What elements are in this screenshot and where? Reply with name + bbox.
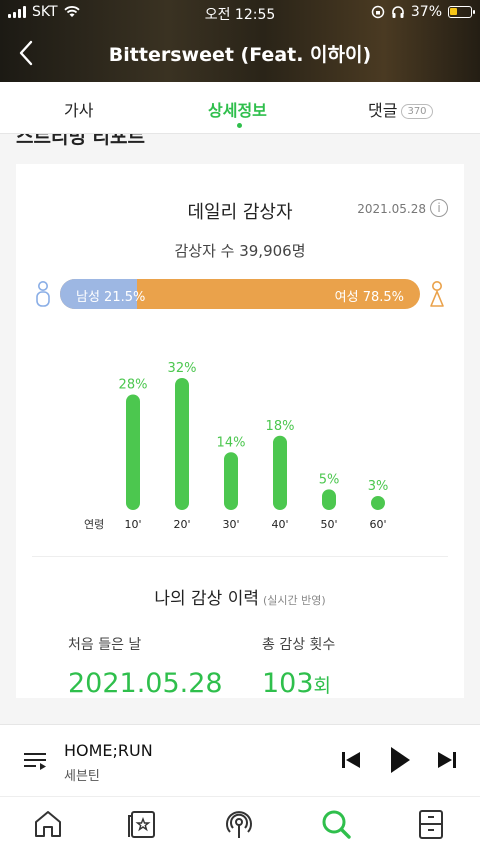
playlist-icon[interactable] [22,749,48,773]
now-playing-artist: 세븐틴 [64,769,100,784]
tab-lyrics-label: 가사 [64,101,94,120]
realtime-note: (실시간 반영) [262,594,326,607]
age-category-label-4: 50' [320,518,337,531]
total-plays-label: 총 감상 횟수 [262,637,336,653]
tab-lyrics[interactable]: 가사 [64,97,93,121]
bottom-nav [0,796,480,853]
chart-icon[interactable] [125,807,159,841]
male-ratio-label: 남성 21.5% [76,290,146,305]
age-category-label-2: 30' [222,518,239,531]
streaming-report-card: 데일리 감상자 2021.05.28 i 감상자 수 39,906명 남성 21… [16,164,464,699]
tab-details[interactable]: 상세정보 [208,97,267,121]
play-icon[interactable] [388,745,412,775]
my-history-title: 나의 감상 이력 (실시간 반영) [16,584,464,609]
comment-count-badge: 370 [401,104,433,119]
daily-date: 2021.05.28 [357,202,426,216]
age-value-label-3: 18% [266,419,295,434]
now-playing-title[interactable]: HOME;RUN [64,741,153,760]
tab-details-label: 상세정보 [208,101,267,120]
orientation-lock-icon [371,5,385,19]
age-bar-4 [322,489,336,510]
battery-percent: 37% [410,4,442,20]
tab-comments[interactable]: 댓글 370 [368,97,433,121]
female-icon [430,281,444,307]
section-heading: 스트리밍 리포트 [16,134,145,148]
my-history-title-text: 나의 감상 이력 [154,589,259,609]
age-value-label-4: 5% [319,472,340,487]
header: SKT 오전 12:55 37% Bittersweet (Feat. 이하이) [0,0,480,82]
tab-bar: 가사 상세정보 댓글 370 [0,82,480,134]
title-bar: Bittersweet (Feat. 이하이) [0,28,480,78]
gender-ratio-bar: 남성 21.5% 여성 78.5% [60,279,420,309]
home-icon[interactable] [31,807,65,841]
previous-icon[interactable] [340,747,362,773]
age-category-label-5: 60' [369,518,386,531]
details-content[interactable]: 스트리밍 리포트 데일리 감상자 2021.05.28 i 감상자 수 39,9… [0,134,480,724]
mini-player[interactable]: HOME;RUN 세븐틴 [0,724,480,796]
male-icon [36,281,50,307]
age-value-label-1: 32% [168,361,197,376]
age-distribution-chart: 연령 28% 10' 32% 20' 14% 30' 18% 40' 5% 50' 3% 60' [84,361,389,531]
age-value-label-5: 3% [368,479,389,494]
next-icon[interactable] [436,747,458,773]
first-listened-date: 2021.05.28 [68,668,223,699]
age-bar-1 [175,378,189,510]
age-bar-0 [126,394,140,510]
divider [32,556,448,557]
active-tab-indicator [237,123,242,128]
age-category-label-3: 40' [271,518,288,531]
status-bar: SKT 오전 12:55 37% [0,0,480,26]
age-axis-label: 연령 [84,518,104,531]
headphones-icon [392,6,404,18]
age-value-label-2: 14% [217,435,246,450]
age-value-label-0: 28% [119,378,148,393]
storage-icon[interactable] [414,807,448,841]
total-plays-value: 103회 [262,668,331,699]
total-plays-number: 103 [262,668,314,699]
podcast-icon[interactable] [222,807,256,841]
age-bar-2 [224,452,238,510]
total-plays-unit: 회 [313,675,332,697]
female-ratio-label: 여성 78.5% [334,290,404,305]
tab-comments-label: 댓글 [368,101,398,120]
listener-count: 감상자 수 39,906명 [174,242,306,260]
age-bar-5 [371,496,385,510]
first-listened-label: 처음 들은 날 [68,637,142,653]
age-bar-3 [273,435,287,510]
song-title: Bittersweet (Feat. 이하이) [108,44,372,66]
info-icon[interactable]: i [430,199,448,217]
age-category-label-1: 20' [173,518,190,531]
age-category-label-0: 10' [124,518,141,531]
search-icon[interactable] [319,807,353,841]
battery-icon [448,6,475,18]
